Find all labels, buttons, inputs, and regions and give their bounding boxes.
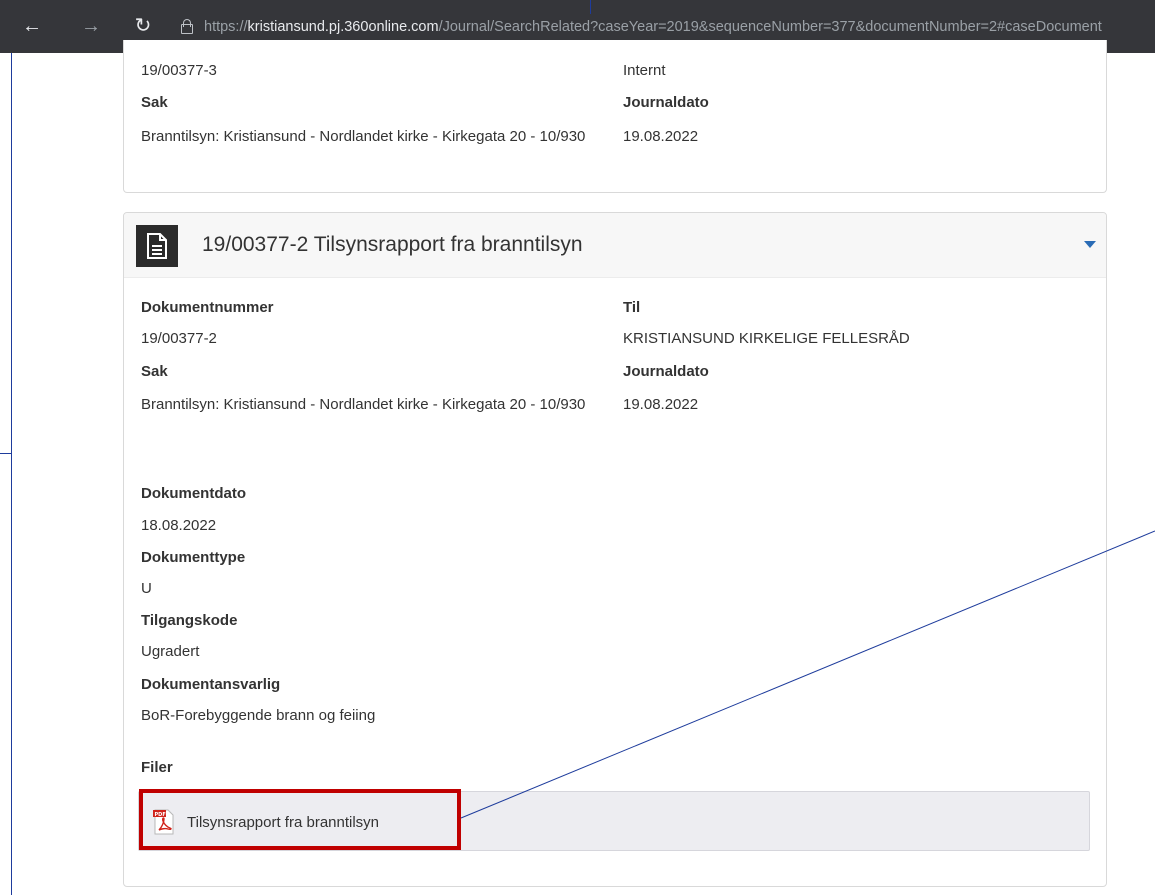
annotation-pointer-line xyxy=(460,530,1155,819)
